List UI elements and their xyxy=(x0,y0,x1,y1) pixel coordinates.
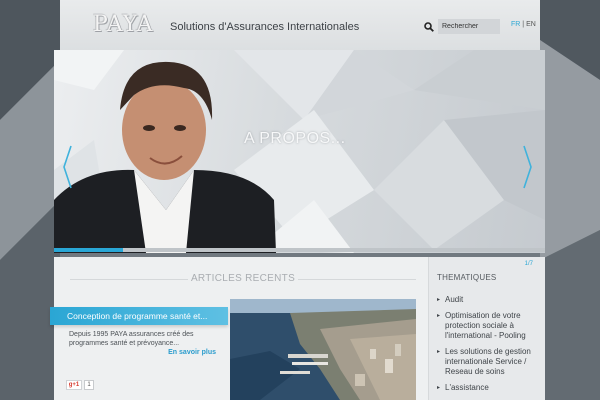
search-input[interactable] xyxy=(438,19,500,34)
slider-progress-fill xyxy=(54,248,123,252)
slide-caption[interactable]: A PROPOS... xyxy=(244,130,346,148)
theme-item-network[interactable]: Les solutions de gestion internationale … xyxy=(437,347,537,377)
site-container: PAYA Solutions d'Assurances Internationa… xyxy=(50,0,545,400)
theme-item-audit[interactable]: Audit xyxy=(437,295,537,305)
google-plus-button[interactable]: g+1 xyxy=(66,380,82,390)
article-excerpt: Depuis 1995 PAYA assurances créé des pro… xyxy=(69,331,194,347)
language-switcher: FR | EN xyxy=(511,21,536,28)
site-header: PAYA Solutions d'Assurances Internationa… xyxy=(60,0,540,50)
article-card: Conception de programme santé et... Depu… xyxy=(50,297,228,400)
content-area: ARTICLES RECENTS Conception de programme… xyxy=(50,257,545,400)
tagline: Solutions d'Assurances Internationales xyxy=(170,21,360,33)
theme-item-pooling[interactable]: Optimisation de votre protection sociale… xyxy=(437,311,537,341)
article-image[interactable] xyxy=(230,299,416,400)
share-count: 1 xyxy=(84,380,94,390)
read-more-link[interactable]: En savoir plus xyxy=(168,349,216,356)
search-icon[interactable] xyxy=(424,22,434,32)
theme-item-assistance[interactable]: L'assistance xyxy=(437,383,537,393)
lang-en-link[interactable]: EN xyxy=(526,21,536,28)
themes-title: THEMATIQUES xyxy=(437,273,497,282)
lang-fr-link[interactable]: FR xyxy=(511,21,520,28)
themes-list: Audit Optimisation de votre protection s… xyxy=(437,295,537,399)
articles-section-title: ARTICLES RECENTS xyxy=(70,273,416,284)
chevron-left-icon[interactable] xyxy=(62,145,72,189)
article-title[interactable]: Conception de programme santé et... xyxy=(50,307,228,325)
slider-progress-track xyxy=(54,248,545,252)
lang-separator: | xyxy=(522,21,525,28)
slide-image xyxy=(54,50,545,253)
themes-sidebar: 1/7 THEMATIQUES Audit Optimisation de vo… xyxy=(428,257,545,400)
hero-slider: A PROPOS... xyxy=(54,50,545,253)
chevron-right-icon[interactable] xyxy=(523,145,533,189)
themes-pager[interactable]: 1/7 xyxy=(525,261,533,267)
logo[interactable]: PAYA xyxy=(93,12,153,37)
